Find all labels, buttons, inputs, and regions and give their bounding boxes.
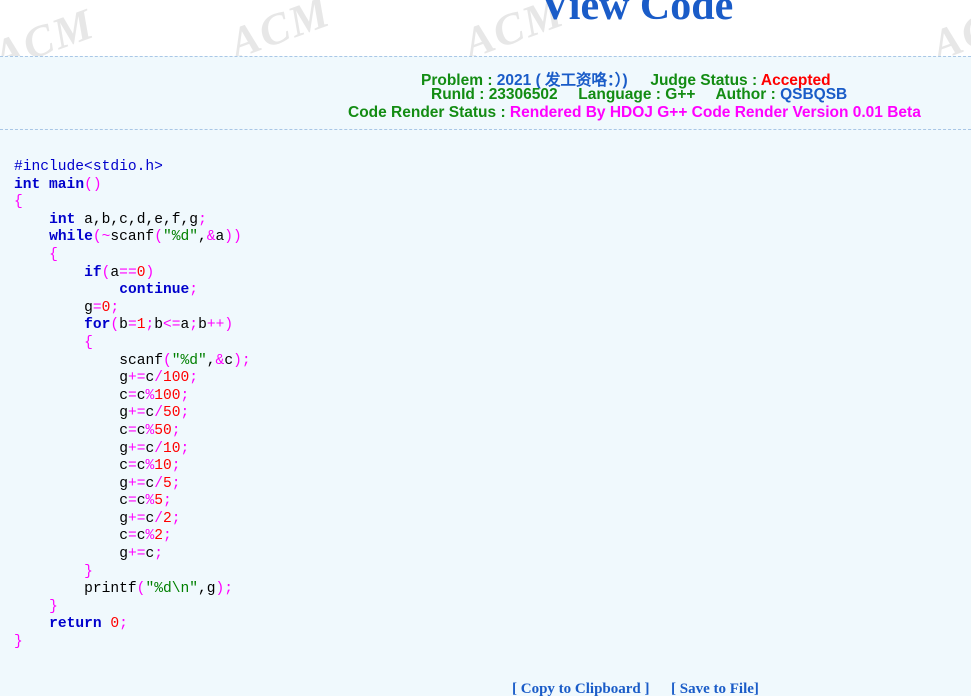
page-title: View Code xyxy=(540,0,734,29)
code-line: int a,b,c,d,e,f,g; xyxy=(49,211,207,228)
author-label: Author : xyxy=(715,86,776,103)
code-line: { xyxy=(84,334,93,351)
submission-info-panel: Problem : 2021 ( 发工资咯：）) Judge Status : … xyxy=(0,56,971,130)
runid-label: RunId : xyxy=(431,86,485,103)
code-line: c=c%5; xyxy=(119,493,172,510)
header-area: ACM ACM ACM ACM View Code xyxy=(0,0,971,56)
code-line: g+=c/2; xyxy=(119,510,181,527)
code-line: for(b=1;b<=a;b++) xyxy=(84,317,234,334)
code-line: { xyxy=(14,194,23,211)
code-line: continue; xyxy=(119,282,199,299)
code-view: #include<stdio.h> int main(){ int a,b,c,d… xyxy=(0,130,971,696)
save-to-file-link[interactable]: [ Save to File] xyxy=(671,681,759,697)
info-row-render: Code Render Status : Rendered By HDOJ G+… xyxy=(0,104,971,122)
code-line: { xyxy=(49,246,58,263)
language-value: G++ xyxy=(665,86,696,103)
code-line: g+=c/5; xyxy=(119,475,181,492)
code-line: g+=c/50; xyxy=(119,405,190,422)
copy-to-clipboard-link[interactable]: [ Copy to Clipboard ] xyxy=(512,681,650,697)
watermark-logo: ACM xyxy=(0,0,102,56)
render-status-label: Code Render Status : xyxy=(348,104,506,121)
code-line: #include<stdio.h> xyxy=(14,159,163,175)
source-code-block: #include<stdio.h> int main(){ int a,b,c,d… xyxy=(14,159,251,652)
watermark-logo: ACM xyxy=(924,0,971,56)
watermark-logo: ACM xyxy=(222,0,338,56)
code-line: if(a==0) xyxy=(84,264,155,281)
code-line: g+=c/100; xyxy=(119,370,199,387)
code-line: return 0; xyxy=(49,616,128,633)
code-line: } xyxy=(84,563,93,580)
code-line: g=0; xyxy=(84,299,120,316)
render-status-value: Rendered By HDOJ G++ Code Render Version… xyxy=(509,104,921,121)
runid-value: 23306502 xyxy=(488,86,558,103)
code-line: c=c%100; xyxy=(119,387,190,404)
code-line: while(~scanf("%d",&a)) xyxy=(49,229,242,246)
code-line: scanf("%d",&c); xyxy=(119,352,251,369)
code-line: } xyxy=(49,598,58,615)
code-line: c=c%2; xyxy=(119,528,172,545)
code-line: c=c%50; xyxy=(119,422,181,439)
footer-links: [ Copy to Clipboard ] [ Save to File] xyxy=(512,681,759,698)
code-line: printf("%d\n",g); xyxy=(84,581,234,598)
code-line: int main() xyxy=(14,176,102,193)
info-row-run: RunId : 23306502 Language : G++ Author :… xyxy=(0,86,971,104)
code-line: c=c%10; xyxy=(119,458,181,475)
author-link[interactable]: QSBQSB xyxy=(780,86,847,103)
language-label: Language : xyxy=(578,86,661,103)
code-line: } xyxy=(14,634,23,651)
code-line: g+=c/10; xyxy=(119,440,190,457)
code-line: g+=c; xyxy=(119,546,164,563)
